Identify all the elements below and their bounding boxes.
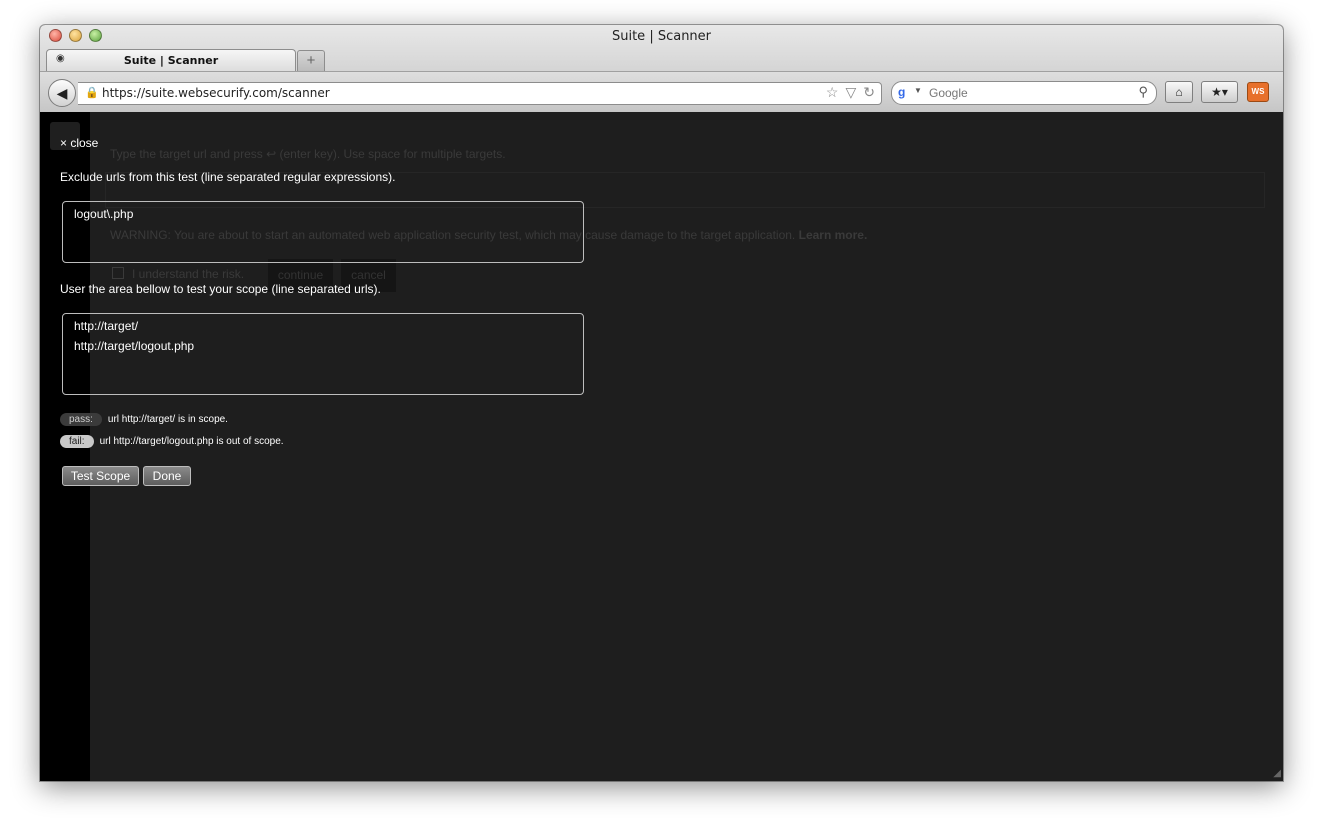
pass-badge: pass: bbox=[60, 412, 102, 426]
fail-badge: fail: bbox=[60, 434, 94, 448]
scope-result-row: fail: url http://target/logout.php is ou… bbox=[60, 434, 284, 448]
search-bar[interactable]: g ▼ Google ⚲ bbox=[891, 81, 1157, 105]
textarea-line: http://target/logout.php bbox=[74, 339, 195, 353]
search-icon[interactable]: ⚲ bbox=[1138, 84, 1148, 100]
back-button[interactable]: ◀ bbox=[48, 79, 76, 107]
address-bar[interactable]: 🔒 https://suite.websecurify.com/scanner … bbox=[78, 82, 882, 105]
result-text: url http://target/logout.php is out of s… bbox=[99, 435, 284, 447]
url-text: https://suite.websecurify.com/scanner bbox=[102, 86, 330, 100]
resize-grip-icon[interactable]: ◢ bbox=[1273, 768, 1281, 779]
page-content: Type the target url and press ↩ (enter k… bbox=[40, 112, 1283, 781]
textarea-line: http://target/ bbox=[74, 319, 139, 333]
exclude-urls-textarea[interactable]: logout\.php bbox=[62, 201, 584, 263]
reload-icon[interactable]: ↻ bbox=[863, 84, 875, 101]
home-icon: ⌂ bbox=[1175, 85, 1183, 99]
bookmarks-button[interactable]: ★▾ bbox=[1201, 81, 1238, 103]
websecurify-extension-button[interactable]: WS bbox=[1247, 82, 1269, 102]
result-text: url http://target/ is in scope. bbox=[107, 413, 228, 425]
learn-more-link[interactable]: Learn more. bbox=[799, 228, 868, 242]
tab-suite-scanner[interactable]: ◉ Suite | Scanner bbox=[46, 49, 296, 72]
tab-label: Suite | Scanner bbox=[123, 54, 219, 67]
close-overlay-link[interactable]: × close bbox=[60, 136, 98, 150]
google-icon[interactable]: g bbox=[898, 84, 914, 100]
done-button[interactable]: Done bbox=[143, 466, 191, 486]
lock-icon: 🔒 bbox=[85, 87, 99, 99]
understand-checkbox[interactable] bbox=[112, 267, 124, 279]
browser-window: Suite | Scanner ◉ Suite | Scanner + ◀ 🔒 … bbox=[40, 25, 1283, 781]
test-scope-button[interactable]: Test Scope bbox=[62, 466, 139, 486]
exclude-urls-label: Exclude urls from this test (line separa… bbox=[60, 170, 396, 184]
search-input[interactable]: Google bbox=[929, 86, 968, 100]
bookmarks-icon: ★▾ bbox=[1211, 85, 1228, 99]
chevron-down-icon[interactable]: ▼ bbox=[914, 86, 922, 95]
history-dropdown-icon[interactable]: ▽ bbox=[845, 84, 856, 101]
navigation-toolbar: ◀ 🔒 https://suite.websecurify.com/scanne… bbox=[40, 71, 1283, 112]
browser-chrome: Suite | Scanner ◉ Suite | Scanner + ◀ 🔒 … bbox=[40, 25, 1283, 112]
back-arrow-icon: ◀ bbox=[56, 85, 68, 101]
home-button[interactable]: ⌂ bbox=[1165, 81, 1193, 103]
new-tab-button[interactable]: + bbox=[297, 50, 325, 71]
bookmark-star-icon[interactable]: ☆ bbox=[826, 84, 839, 101]
target-instruction: Type the target url and press ↩ (enter k… bbox=[110, 147, 506, 161]
scope-result-row: pass: url http://target/ is in scope. bbox=[60, 412, 228, 426]
window-title: Suite | Scanner bbox=[611, 29, 712, 44]
textarea-line: logout\.php bbox=[74, 207, 134, 221]
understand-label: I understand the risk. bbox=[132, 267, 245, 281]
scope-test-label: User the area bellow to test your scope … bbox=[60, 282, 381, 296]
scope-urls-textarea[interactable]: http://target/ http://target/logout.php bbox=[62, 313, 584, 395]
